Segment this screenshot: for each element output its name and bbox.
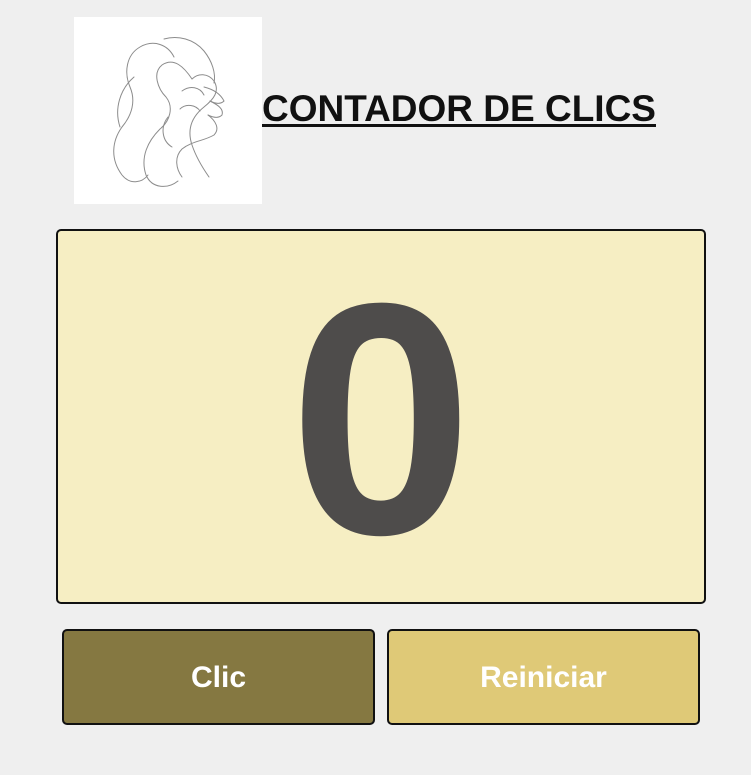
counter-value: 0 (289, 233, 473, 603)
reset-button-label: Reiniciar (480, 661, 607, 694)
page-title: CONTADOR DE CLICS (262, 88, 656, 129)
counter-display: 0 (56, 229, 706, 604)
counter-app: CONTADOR DE CLICS 0 Clic Reiniciar (0, 0, 751, 775)
line-art-face-icon (113, 37, 225, 187)
reset-button[interactable]: Reiniciar (387, 629, 700, 725)
click-button[interactable]: Clic (62, 629, 375, 725)
click-button-label: Clic (190, 661, 247, 694)
logo (74, 17, 262, 204)
